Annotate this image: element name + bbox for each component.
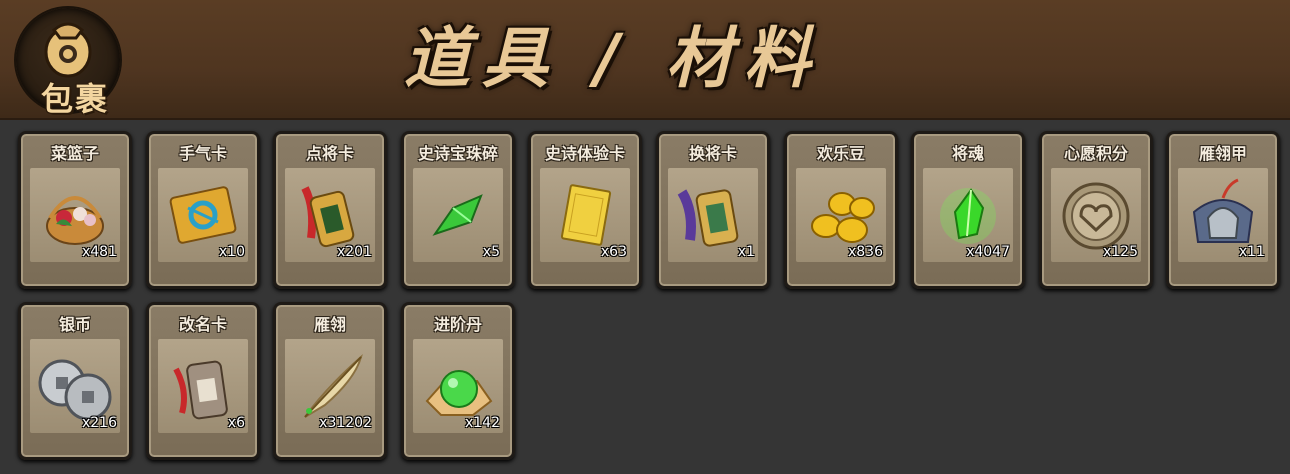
item-count: x125 <box>1102 244 1138 260</box>
item-card[interactable]: 点将卡 x201 <box>273 131 387 289</box>
item-name: 史诗体验卡 <box>544 144 625 163</box>
item-card[interactable]: 进阶丹 x142 <box>401 302 515 460</box>
item-card[interactable]: 银币 x216 <box>18 302 132 460</box>
item-name: 手气卡 <box>178 144 227 163</box>
item-name: 银币 <box>58 315 91 334</box>
item-card[interactable]: 心愿积分 x125 <box>1039 131 1153 289</box>
item-card[interactable]: 史诗体验卡 x63 <box>528 131 642 289</box>
item-count: x10 <box>218 244 245 260</box>
item-name: 改名卡 <box>178 315 227 334</box>
item-card[interactable]: 雁翎 x31202 <box>273 302 387 460</box>
item-count: x1 <box>737 244 755 260</box>
item-count: x31202 <box>319 415 372 431</box>
item-card[interactable]: 史诗宝珠碎 x5 <box>401 131 515 289</box>
item-count: x5 <box>482 244 500 260</box>
item-count: x4047 <box>966 244 1010 260</box>
item-name: 史诗宝珠碎 <box>417 144 498 163</box>
page-title: 道具 / 材料 <box>404 20 823 97</box>
item-count: x201 <box>336 244 372 260</box>
item-name: 菜篮子 <box>50 144 99 163</box>
item-name: 雁翎 <box>313 315 346 334</box>
item-name: 欢乐豆 <box>816 144 865 163</box>
item-name: 心愿积分 <box>1063 144 1128 163</box>
item-card[interactable]: 菜篮子 x481 <box>18 131 132 289</box>
bag-label: 包裹 <box>40 80 109 118</box>
item-name: 将魂 <box>951 144 984 163</box>
item-count: x836 <box>847 244 883 260</box>
item-card[interactable]: 将魂 x4047 <box>911 131 1025 289</box>
item-card[interactable]: 手气卡 x10 <box>146 131 260 289</box>
item-count: x63 <box>600 244 627 260</box>
bag-header: 包裹 道具 / 材料 <box>0 0 1290 120</box>
item-count: x481 <box>81 244 117 260</box>
item-count: x216 <box>81 415 117 431</box>
item-card[interactable]: 换将卡 x1 <box>656 131 770 289</box>
item-count: x142 <box>464 415 500 431</box>
item-name: 雁翎甲 <box>1198 144 1247 163</box>
item-name: 点将卡 <box>305 144 354 163</box>
item-card[interactable]: 欢乐豆 x836 <box>784 131 898 289</box>
item-name: 进阶丹 <box>433 315 482 334</box>
item-card[interactable]: 改名卡 x6 <box>146 302 260 460</box>
bag-badge[interactable]: 包裹 <box>12 6 130 118</box>
item-card[interactable]: 雁翎甲 x11 <box>1166 131 1280 289</box>
item-name: 换将卡 <box>688 144 737 163</box>
item-count: x6 <box>227 415 245 431</box>
item-count: x11 <box>1238 244 1265 260</box>
